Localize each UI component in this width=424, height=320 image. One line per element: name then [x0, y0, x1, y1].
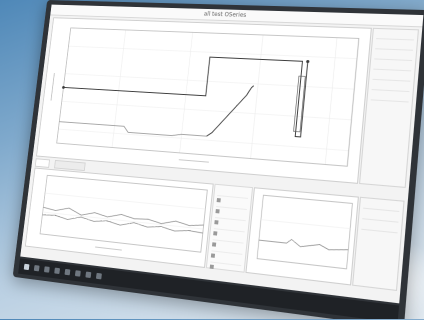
- bottom-left-chart: [26, 169, 213, 267]
- scene: all test OSeries: [0, 0, 424, 319]
- explorer-icon[interactable]: [54, 267, 61, 275]
- app-icon[interactable]: [95, 272, 102, 280]
- main-chart-panel: [36, 17, 372, 184]
- tab-1[interactable]: [34, 158, 50, 168]
- legend-item[interactable]: [211, 231, 245, 247]
- bottom-left-chart-panel: [24, 167, 214, 269]
- app-window: all test OSeries: [20, 4, 424, 304]
- bottom-trace-2: [42, 213, 203, 234]
- legend-item[interactable]: [216, 187, 249, 203]
- taskview-icon[interactable]: [43, 266, 50, 273]
- main-trace-baseline: [59, 122, 207, 138]
- bottom-right-chart-panel: [245, 187, 359, 286]
- app-icon[interactable]: [74, 270, 81, 277]
- legend-item[interactable]: [215, 198, 248, 214]
- legend-item[interactable]: [214, 209, 247, 225]
- bottom-right-trace: [259, 236, 349, 252]
- search-icon[interactable]: [33, 265, 40, 272]
- main-trace: [60, 51, 308, 137]
- start-icon[interactable]: [23, 263, 30, 271]
- main-trace-steps: [207, 83, 254, 139]
- legend-item[interactable]: [209, 253, 243, 270]
- legend-item[interactable]: [213, 220, 246, 236]
- app-icon[interactable]: [85, 271, 92, 279]
- main-chart: [37, 18, 371, 183]
- bottom-side-panel: [352, 196, 405, 292]
- monitor: all test OSeries: [12, 0, 424, 319]
- bottom-right-chart: [247, 188, 358, 284]
- browser-icon[interactable]: [64, 268, 71, 276]
